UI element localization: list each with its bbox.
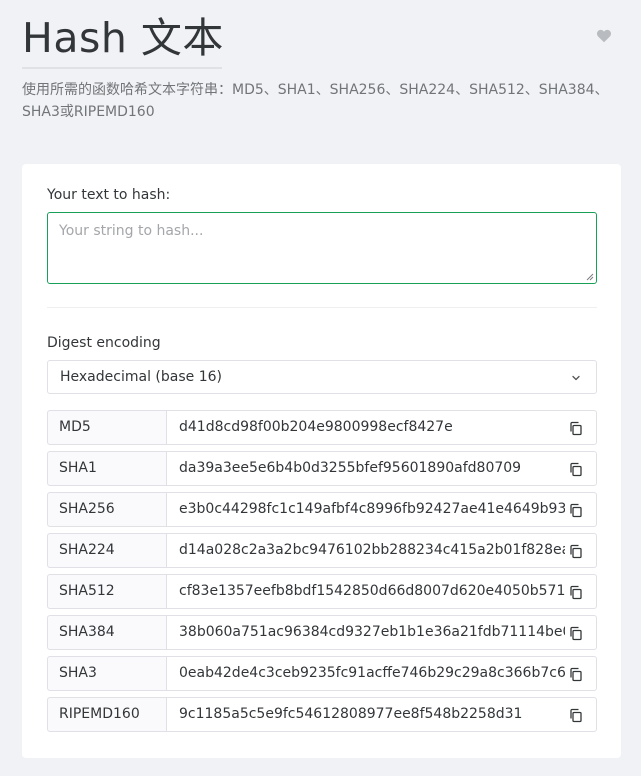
hash-output-box: da39a3ee5e6b4b0d3255bfef95601890afd80709 xyxy=(166,451,597,486)
hash-row-sha256: SHA256 e3b0c44298fc1c149afbf4c8996fb92427… xyxy=(47,492,597,527)
hash-row-sha384: SHA384 38b060a751ac96384cd9327eb1b1e36a21… xyxy=(47,615,597,650)
hash-row-sha512: SHA512 cf83e1357eefb8bdf1542850d66d8007d6… xyxy=(47,574,597,609)
hash-output-box: 9c1185a5c5e9fc54612808977ee8f548b2258d31 xyxy=(166,697,597,732)
text-input-wrapper xyxy=(47,212,597,284)
copy-icon[interactable] xyxy=(569,708,583,723)
hash-value[interactable]: 38b060a751ac96384cd9327eb1b1e36a21fdb711… xyxy=(179,624,565,640)
digest-encoding-select[interactable]: Hexadecimal (base 16) xyxy=(47,360,597,394)
hash-row-sha224: SHA224 d14a028c2a3a2bc9476102bb288234c415… xyxy=(47,533,597,568)
copy-icon[interactable] xyxy=(569,462,583,477)
hash-value[interactable]: e3b0c44298fc1c149afbf4c8996fb92427ae41e4… xyxy=(179,501,565,517)
hash-output-box: d41d8cd98f00b204e9800998ecf8427e xyxy=(166,410,597,445)
digest-encoding-value: Hexadecimal (base 16) xyxy=(60,369,222,385)
hash-value[interactable]: d41d8cd98f00b204e9800998ecf8427e xyxy=(179,419,565,435)
hash-name: MD5 xyxy=(47,410,167,445)
divider xyxy=(47,307,597,308)
page: Hash 文本 使用所需的函数哈希文本字符串：MD5、SHA1、SHA256、S… xyxy=(0,0,641,776)
hash-card: Your text to hash: Digest encoding Hexad… xyxy=(22,164,621,758)
hash-row-ripemd160: RIPEMD160 9c1185a5c5e9fc54612808977ee8f54… xyxy=(47,697,597,732)
title-underline xyxy=(22,67,222,69)
hash-row-md5: MD5 d41d8cd98f00b204e9800998ecf8427e xyxy=(47,410,597,445)
chevron-down-icon xyxy=(572,375,580,381)
hash-output-box: 0eab42de4c3ceb9235fc91acffe746b29c29a8c3… xyxy=(166,656,597,691)
copy-icon[interactable] xyxy=(569,585,583,600)
copy-icon[interactable] xyxy=(569,667,583,682)
hash-name: SHA224 xyxy=(47,533,167,568)
text-input-label: Your text to hash: xyxy=(47,187,171,203)
hash-value[interactable]: 0eab42de4c3ceb9235fc91acffe746b29c29a8c3… xyxy=(179,665,565,681)
hash-output-box: d14a028c2a3a2bc9476102bb288234c415a2b01f… xyxy=(166,533,597,568)
text-to-hash-input[interactable] xyxy=(48,213,596,283)
page-description: 使用所需的函数哈希文本字符串：MD5、SHA1、SHA256、SHA224、SH… xyxy=(22,82,609,120)
hash-output-box: e3b0c44298fc1c149afbf4c8996fb92427ae41e4… xyxy=(166,492,597,527)
hash-output-box: 38b060a751ac96384cd9327eb1b1e36a21fdb711… xyxy=(166,615,597,650)
heart-icon[interactable] xyxy=(596,28,612,44)
hash-name: SHA384 xyxy=(47,615,167,650)
hash-row-sha1: SHA1 da39a3ee5e6b4b0d3255bfef95601890afd8… xyxy=(47,451,597,486)
hash-name: SHA1 xyxy=(47,451,167,486)
copy-icon[interactable] xyxy=(569,544,583,559)
hash-value[interactable]: 9c1185a5c5e9fc54612808977ee8f548b2258d31 xyxy=(179,706,565,722)
hash-name: RIPEMD160 xyxy=(47,697,167,732)
hash-output-box: cf83e1357eefb8bdf1542850d66d8007d620e405… xyxy=(166,574,597,609)
digest-encoding-label: Digest encoding xyxy=(47,335,161,351)
hash-name: SHA256 xyxy=(47,492,167,527)
hash-value[interactable]: d14a028c2a3a2bc9476102bb288234c415a2b01f… xyxy=(179,542,565,558)
hash-name: SHA512 xyxy=(47,574,167,609)
copy-icon[interactable] xyxy=(569,626,583,641)
hash-row-sha3: SHA3 0eab42de4c3ceb9235fc91acffe746b29c29… xyxy=(47,656,597,691)
copy-icon[interactable] xyxy=(569,421,583,436)
copy-icon[interactable] xyxy=(569,503,583,518)
page-title: Hash 文本 xyxy=(22,14,224,62)
hash-value[interactable]: da39a3ee5e6b4b0d3255bfef95601890afd80709 xyxy=(179,460,565,476)
hash-name: SHA3 xyxy=(47,656,167,691)
hash-value[interactable]: cf83e1357eefb8bdf1542850d66d8007d620e405… xyxy=(179,583,565,599)
